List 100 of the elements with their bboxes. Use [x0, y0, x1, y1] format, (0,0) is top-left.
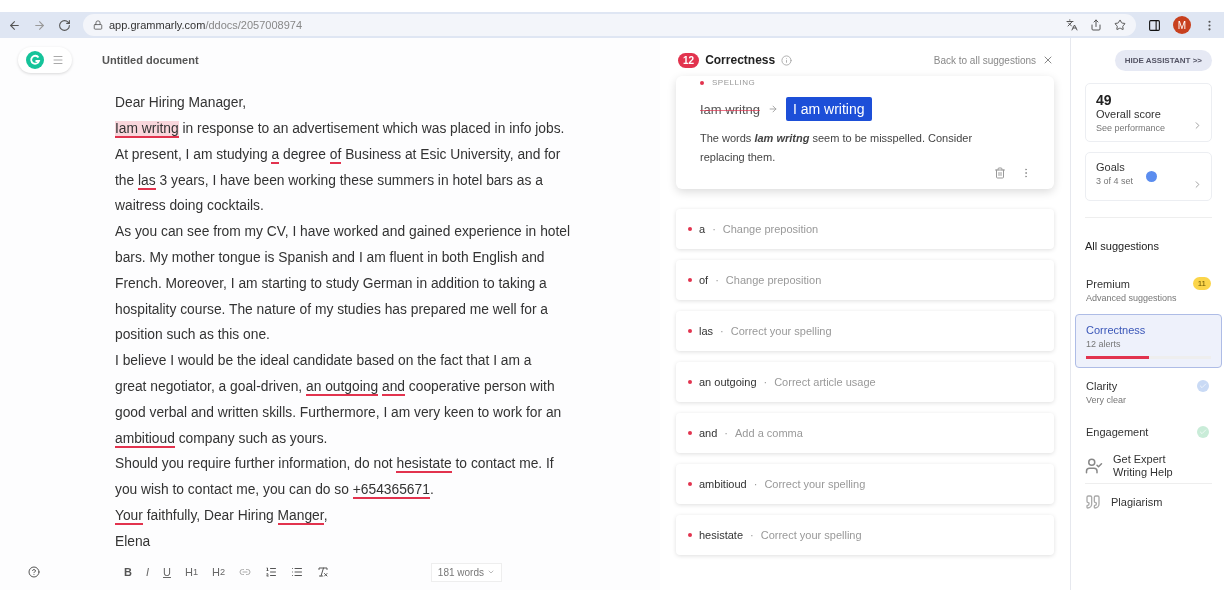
italic-button[interactable]: I [145, 566, 149, 579]
reload-icon[interactable] [58, 18, 71, 32]
suggestion-hint: Correct your spelling [730, 325, 832, 337]
category-item[interactable]: Engagement [1075, 416, 1222, 447]
alert-dot-icon [688, 227, 692, 231]
hide-assistant-button[interactable]: HIDE ASSISTANT >> [1114, 50, 1212, 71]
text-line: Elena [115, 532, 152, 551]
quote-icon[interactable] [1085, 494, 1101, 510]
text-line: ambitioud company such as yours. [115, 429, 329, 450]
translate-icon[interactable] [1066, 19, 1078, 31]
alert-dot-icon [688, 278, 692, 282]
suggestion-item[interactable]: an outgoing · Correct article usage [676, 362, 1054, 402]
goals-card[interactable]: Goals 3 of 4 set [1085, 152, 1212, 201]
text-line: position such as this one. [115, 326, 271, 345]
text-line: I believe I would be the ideal candidate based on the fact that I am a [115, 352, 533, 371]
flagged-word: an outgoing [699, 376, 757, 388]
text-line: bars. My mother tongue is Spanish and I am fluent in both English and [115, 249, 546, 268]
flagged-word: las [699, 325, 714, 337]
menu-icon[interactable] [52, 53, 64, 66]
forward-icon[interactable] [33, 18, 46, 32]
panel-title: Correctness [705, 53, 776, 67]
separator-dot: · [720, 325, 724, 337]
separator-dot: · [753, 478, 758, 490]
flagged-word: and [699, 427, 718, 439]
bold-button[interactable]: B [124, 566, 132, 579]
alert-dot-icon [688, 329, 692, 333]
numbered-list-icon[interactable] [265, 566, 278, 579]
lock-icon [93, 20, 103, 30]
category-detail: Very clear [1086, 395, 1127, 405]
text-line: waitress doing cocktails. [115, 197, 265, 216]
suggestion-item[interactable]: and · Add a comma [676, 413, 1054, 453]
category-detail: Advanced suggestions [1086, 293, 1177, 303]
alert-count: 12 [678, 52, 700, 68]
performance-link: See performance [1096, 123, 1166, 133]
suggestion-item[interactable]: ambitioud · Correct your spelling [676, 464, 1054, 504]
expert-help-link[interactable]: Get Expert Writing Help [1113, 453, 1183, 479]
suggestion-item[interactable]: las · Correct your spelling [676, 311, 1054, 351]
score-label: Overall score [1096, 108, 1161, 120]
close-icon[interactable] [1042, 54, 1054, 66]
text-line: At present, I am studying a degree of Business at Esic University, and for [115, 145, 562, 166]
suggestion-item[interactable]: of · Change preposition [676, 260, 1054, 300]
side-panel-icon[interactable] [1148, 18, 1161, 32]
text-line: great negotiator, a goal-driven, an outgoing and cooperative person with [115, 378, 556, 399]
text-line: Your faithfully, Dear Hiring Manger, [115, 503, 660, 529]
category-name: Correctness [1086, 324, 1146, 336]
expert-icon[interactable] [1085, 457, 1103, 475]
text-line: Dear Hiring Manager, [115, 94, 248, 113]
help-icon[interactable] [28, 566, 40, 579]
suggestion-hint: Add a comma [735, 427, 803, 439]
back-link[interactable]: Back to all suggestions [933, 54, 1036, 66]
suggestion-item[interactable]: hesistate · Correct your spelling [676, 515, 1054, 555]
text-line: the las 3 years, I have been working these summers in hotel bars as a [115, 171, 544, 192]
alert-dot-icon [700, 80, 704, 85]
premium-count: 11 [1192, 277, 1211, 290]
category-name: Premium [1086, 278, 1130, 290]
alert-dot-icon [688, 533, 692, 537]
text-line: Should you require further information, do not hesistate to contact me. If [115, 455, 555, 476]
score-card[interactable]: 49 Overall score See performance [1085, 83, 1212, 142]
text-line: As you can see from my CV, I have worked and gained experience in hotel [115, 223, 572, 242]
suggestion-explanation: The words Iam writng seem to be misspelled. Consider replacing them. [700, 131, 974, 165]
url-path: /ddocs/2057008974 [205, 19, 303, 31]
trash-icon[interactable] [994, 167, 1006, 179]
text-line: hospitality course. The nature of my studies has prepared me well for a [115, 300, 550, 319]
suggestion-item[interactable]: a · Change preposition [676, 209, 1054, 249]
star-icon[interactable] [1114, 19, 1126, 31]
category-item[interactable]: Correctness 12 alerts [1075, 314, 1222, 368]
replacement-button[interactable]: I am writing [785, 97, 872, 121]
flagged-word: ambitioud [699, 478, 747, 490]
category-item[interactable]: Premium Advanced suggestions 11 [1075, 268, 1222, 312]
arrow-icon [767, 104, 778, 114]
separator-dot: · [724, 427, 729, 439]
alert-dot-icon [688, 431, 692, 435]
flagged-word: hesistate [699, 529, 744, 541]
word-count-button[interactable]: 181 words [430, 562, 502, 582]
suggestion-hint: Correct your spelling [764, 478, 866, 490]
text-line: French. Moreover, I am starting to study German in addition to taking a [115, 274, 548, 293]
goals-label: Goals [1096, 161, 1125, 173]
text-line: Iam writng in response to an advertisement which was placed in info jobs. [115, 120, 566, 141]
bullet-list-icon[interactable] [291, 566, 304, 579]
logo-menu[interactable] [18, 46, 72, 73]
alert-dot-icon [688, 380, 692, 384]
score-value: 49 [1096, 92, 1113, 108]
text-line: you wish to contact me, you can do so +654365671. [115, 481, 435, 502]
plagiarism-link[interactable]: Plagiarism [1111, 495, 1181, 509]
suggestion-hint: Correct your spelling [760, 529, 862, 541]
document-title: Untitled document [102, 53, 199, 66]
suggestion-category: SPELLING [712, 78, 756, 87]
profile-avatar[interactable]: M [1173, 16, 1191, 34]
underline-button[interactable]: U [163, 566, 171, 579]
goals-status: 3 of 4 set [1096, 176, 1134, 186]
share-icon[interactable] [1090, 19, 1102, 31]
category-detail: 12 alerts [1086, 339, 1121, 349]
goals-indicator-icon [1146, 171, 1157, 182]
alert-dot-icon [688, 482, 692, 486]
category-item[interactable]: Clarity Very clear [1075, 370, 1222, 414]
grammarly-logo-icon [26, 50, 44, 69]
separator-dot: · [750, 529, 754, 541]
clear-format-icon[interactable] [317, 566, 330, 579]
address-bar[interactable]: app.grammarly.com/ddocs/2057008974 [83, 14, 1136, 36]
back-icon[interactable] [8, 18, 21, 32]
